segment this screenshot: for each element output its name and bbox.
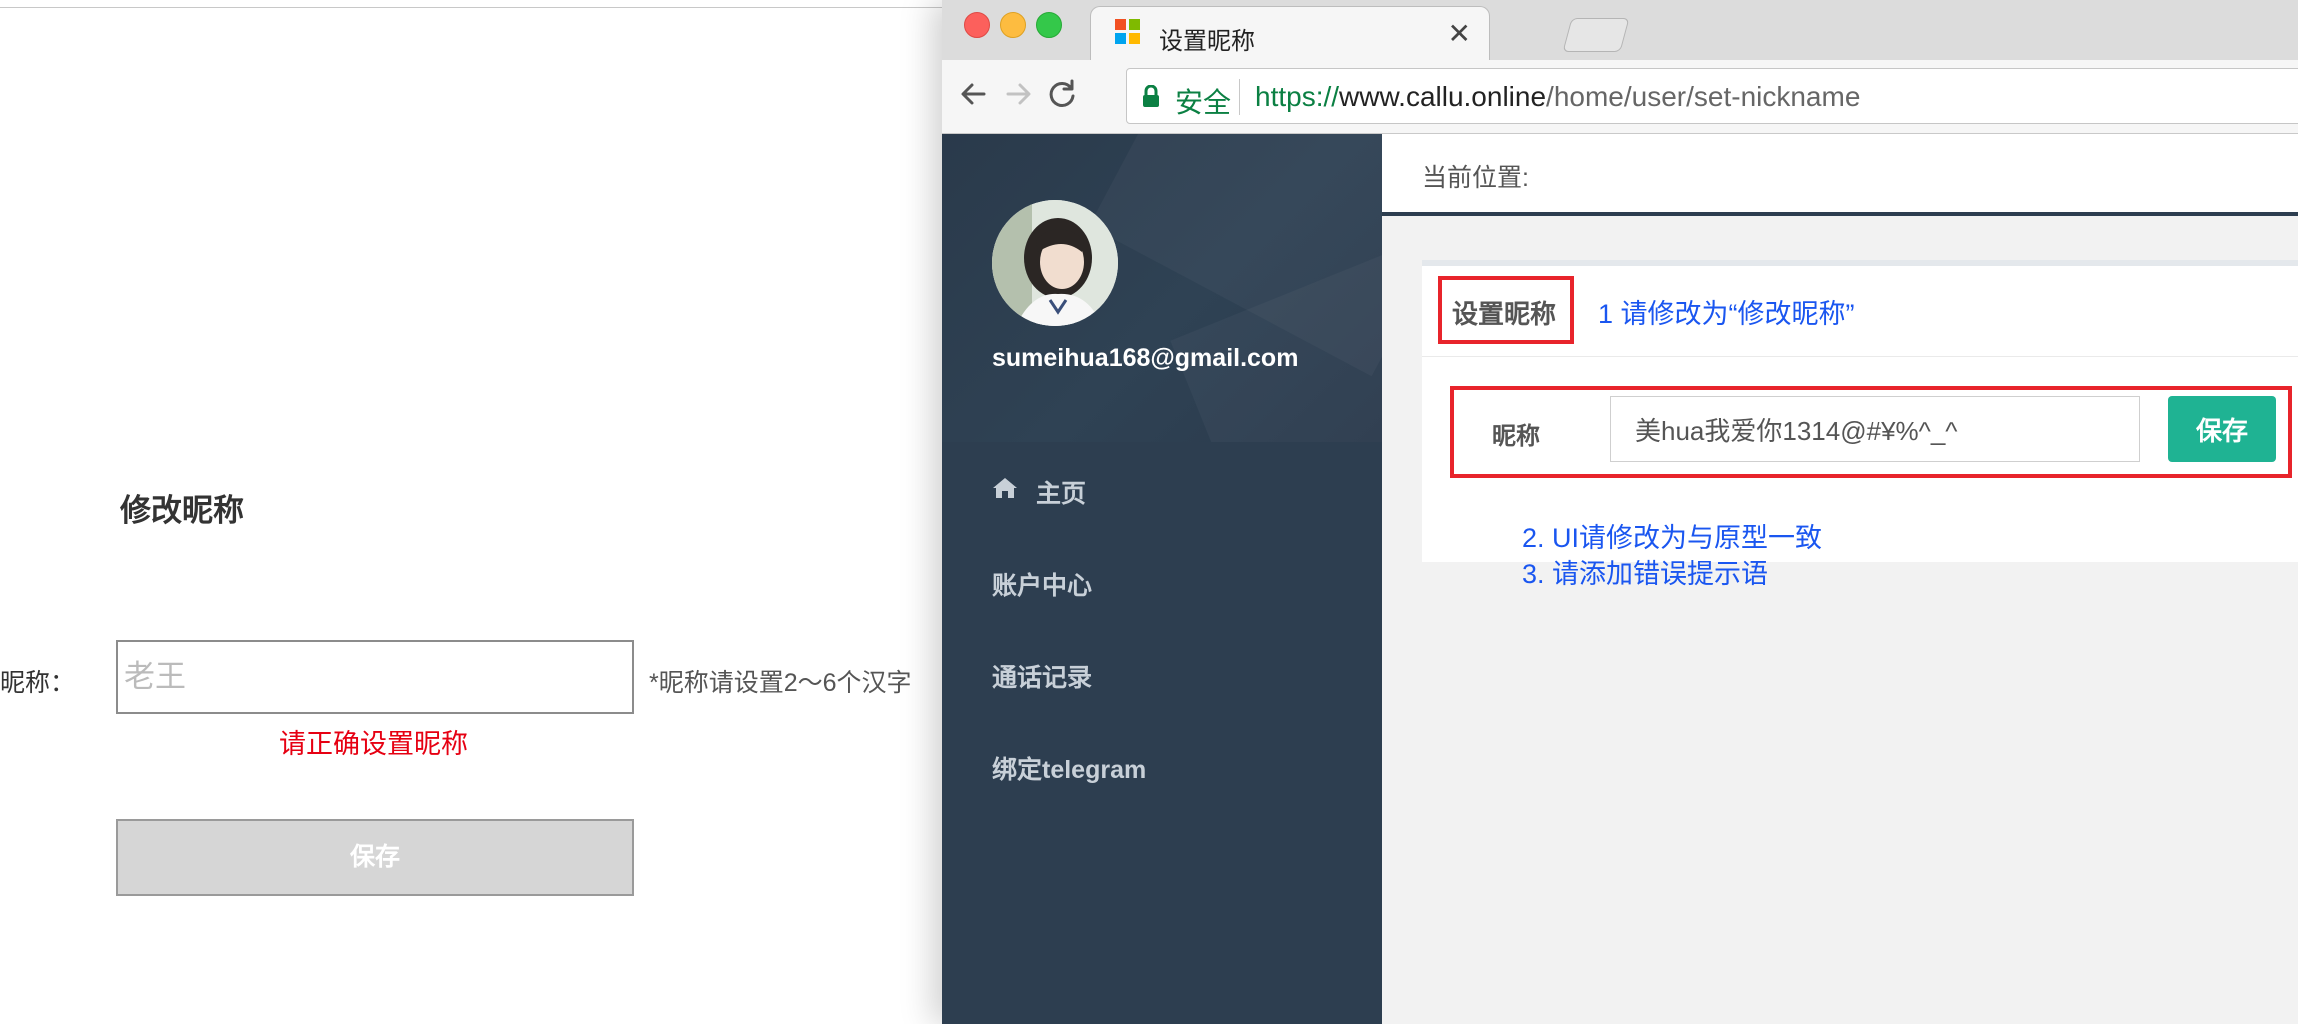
breadcrumb: 当前位置: <box>1422 164 1529 192</box>
forward-arrow-icon[interactable] <box>998 74 1038 114</box>
tab-bar: 设置昵称 ✕ <box>942 0 2298 60</box>
annotation-note-3: 3. 请添加错误提示语 <box>1522 559 1769 589</box>
prototype-nickname-label: 昵称： <box>0 669 76 697</box>
browser-tab[interactable]: 设置昵称 ✕ <box>1090 6 1490 60</box>
breadcrumb-bar: 当前位置: <box>1382 134 2298 216</box>
annotation-note-2: 2. UI请修改为与原型一致 <box>1522 523 1823 553</box>
annotation-note-1: 1 请修改为“修改昵称” <box>1598 299 1855 329</box>
tab-title: 设置昵称 <box>1159 28 1255 55</box>
user-email: sumeihua168@gmail.com <box>992 344 1299 372</box>
sidebar-item-label: 主页 <box>1036 480 1087 508</box>
browser-toolbar: 安全 https://www.callu.online/home/user/se… <box>942 60 2298 134</box>
url-scheme: https:// <box>1255 81 1340 112</box>
prototype-panel: 修改昵称 昵称： 老王 *昵称请设置2～6个汉字 请正确设置昵称 保存 <box>0 0 942 1024</box>
sidebar: sumeihua168@gmail.com 主页 账户中心 通话记录 绑定tel… <box>942 134 1382 1024</box>
window-zoom-button[interactable] <box>1036 12 1062 38</box>
sidebar-item-bind-telegram[interactable]: 绑定telegram <box>942 718 1382 810</box>
window-close-button[interactable] <box>964 12 990 38</box>
home-icon <box>992 476 1018 500</box>
sidebar-profile: sumeihua168@gmail.com <box>942 134 1382 442</box>
back-arrow-icon[interactable] <box>954 74 994 114</box>
reload-icon[interactable] <box>1042 74 1082 114</box>
prototype-nickname-input[interactable]: 老王 <box>116 640 634 714</box>
address-bar[interactable]: 安全 https://www.callu.online/home/user/se… <box>1126 68 2298 124</box>
sidebar-item-label: 通话记录 <box>992 664 1093 692</box>
lock-icon <box>1141 84 1161 107</box>
window-minimize-button[interactable] <box>1000 12 1026 38</box>
prototype-hint: *昵称请设置2～6个汉字 <box>649 669 912 697</box>
web-page: sumeihua168@gmail.com 主页 账户中心 通话记录 绑定tel… <box>942 134 2298 1024</box>
secure-label: 安全 <box>1175 87 1232 118</box>
new-tab-button[interactable] <box>1562 18 1630 52</box>
address-separator <box>1239 79 1240 115</box>
sidebar-item-label: 账户中心 <box>992 572 1093 600</box>
prototype-title: 修改昵称 <box>120 493 244 528</box>
divider <box>0 7 942 8</box>
sidebar-item-label: 绑定telegram <box>992 756 1147 784</box>
prototype-save-button[interactable]: 保存 <box>116 819 634 896</box>
panel-header: 设置昵称 1 请修改为“修改昵称” <box>1422 266 2298 357</box>
main-content: 当前位置: 设置昵称 1 请修改为“修改昵称” 昵称 保存 2. UI请修改为与… <box>1382 134 2298 1024</box>
browser-window: 设置昵称 ✕ 安全 https://www.callu.online/home/… <box>942 0 2298 1024</box>
url-path: /home/user/set-nickname <box>1546 81 1861 112</box>
avatar[interactable] <box>992 200 1118 326</box>
annotation-box-title <box>1438 276 1574 344</box>
url-text[interactable]: https://www.callu.online/home/user/set-n… <box>1255 81 1860 113</box>
prototype-error-message: 请正确设置昵称 <box>279 729 468 759</box>
favicon-icon <box>1115 19 1141 45</box>
sidebar-item-call-records[interactable]: 通话记录 <box>942 626 1382 718</box>
annotation-box-form <box>1450 386 2292 478</box>
sidebar-item-account-center[interactable]: 账户中心 <box>942 534 1382 626</box>
sidebar-menu: 主页 账户中心 通话记录 绑定telegram <box>942 442 1382 810</box>
sidebar-item-home[interactable]: 主页 <box>942 442 1382 534</box>
url-host: www.callu.online <box>1339 81 1547 112</box>
tab-close-icon[interactable]: ✕ <box>1448 17 1471 50</box>
